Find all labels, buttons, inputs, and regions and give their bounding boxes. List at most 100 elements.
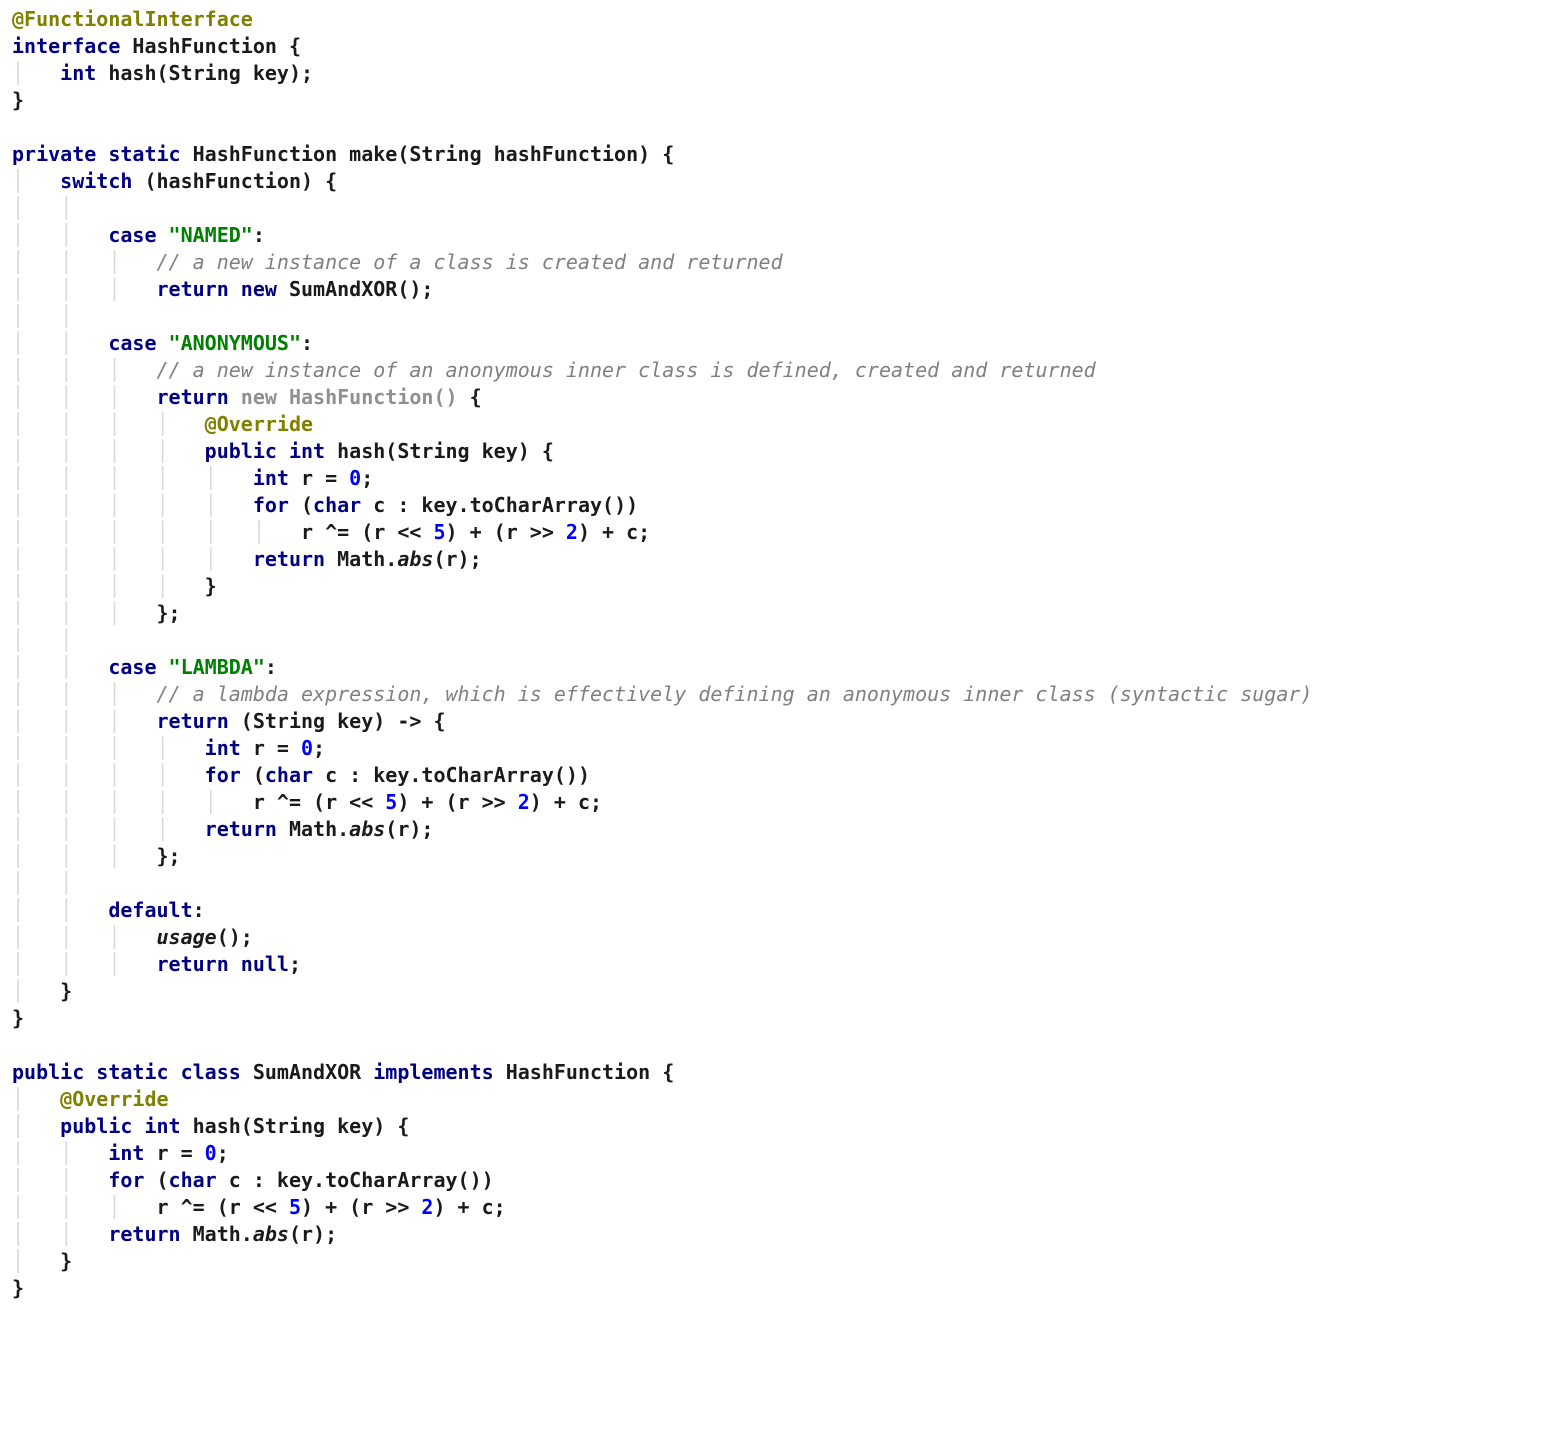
indent-guide: │ │ │ │ │ [12,547,253,571]
keyword: case [108,331,168,355]
indent-guide: │ │ │ [12,385,157,409]
indent-guide: │ │ │ │ │ [12,466,253,490]
code-text: ( [144,1168,168,1192]
code-text: } [205,574,217,598]
indent-guide: │ │ [12,871,108,895]
code-text: } [60,979,72,1003]
indent-guide: │ │ │ │ [12,439,205,463]
string-literal: "NAMED" [169,223,253,247]
code-text: ) + (r >> [397,790,517,814]
code-text: r = [241,736,301,760]
keyword: int [60,61,96,85]
keyword: return null [157,952,289,976]
code-text: Math. [181,1222,253,1246]
italic-method: usage [157,925,217,949]
keyword: return new [157,277,277,301]
code-line: │ } [12,1249,72,1273]
code-text: c : key.toCharArray()) [313,763,590,787]
indent-guide: │ │ │ [12,682,157,706]
code-text: ( [289,493,313,517]
code-editor[interactable]: @FunctionalInterface interface HashFunct… [0,0,1548,1308]
code-line: @FunctionalInterface [12,7,253,31]
code-text: hash(String key); [96,61,313,85]
dimmed-text: new HashFunction() [241,385,458,409]
code-line: │ │ │ │ int r = 0; [12,736,325,760]
code-line: │ │ │ │ │ for (char c : key.toCharArray(… [12,493,638,517]
keyword: interface [12,34,120,58]
code-line: │ │ │ │ @Override [12,412,313,436]
keyword: int [108,1141,144,1165]
indent-guide: │ │ [12,1168,108,1192]
keyword: char [313,493,361,517]
code-text: { [458,385,482,409]
indent-guide: │ │ [12,331,108,355]
code-text: hash(String key) { [325,439,554,463]
indent-guide: │ │ │ [12,709,157,733]
keyword: return [108,1222,180,1246]
code-text: }; [157,601,181,625]
indent-guide: │ │ │ │ [12,763,205,787]
keyword: return [205,817,277,841]
indent-guide: │ [12,979,60,1003]
number-literal: 0 [205,1141,217,1165]
code-line: │ │ [12,628,108,652]
code-text: hash(String key) { [181,1114,410,1138]
code-line: │ │ [12,871,108,895]
code-text: Math. [277,817,349,841]
indent-guide: │ │ [12,223,108,247]
code-text: (hashFunction) { [132,169,337,193]
indent-guide: │ │ [12,1141,108,1165]
code-text: ) + c; [578,520,650,544]
indent-guide: │ │ │ │ │ │ [12,520,301,544]
code-line: } [12,88,24,112]
annotation: @Override [205,412,313,436]
code-text: SumAndXOR(); [277,277,434,301]
code-line: │ switch (hashFunction) { [12,169,337,193]
code-line: │ │ │ │ return Math.abs(r); [12,817,433,841]
code-text: : [253,223,265,247]
keyword: for [205,763,241,787]
keyword: return [157,385,241,409]
code-text: (r); [433,547,481,571]
italic-method: abs [397,547,433,571]
indent-guide: │ │ [12,655,108,679]
code-line: │ │ default: [12,898,205,922]
code-line: │ │ │ │ public int hash(String key) { [12,439,554,463]
indent-guide: │ [12,1249,60,1273]
indent-guide: │ │ │ │ │ [12,493,253,517]
code-text: HashFunction { [494,1060,675,1084]
code-text: } [12,88,24,112]
code-text: : [265,655,277,679]
code-text: (); [217,925,253,949]
code-line: │ │ return Math.abs(r); [12,1222,337,1246]
code-line: │ @Override [12,1087,169,1111]
keyword: public int [60,1114,180,1138]
keyword: return [157,709,229,733]
code-line: │ │ │ │ │ │ r ^= (r << 5) + (r >> 2) + c… [12,520,650,544]
code-text: : [301,331,313,355]
code-line: │ │ │ // a new instance of a class is cr… [12,250,783,274]
code-text: } [12,1006,24,1030]
code-text: r ^= (r << [157,1195,289,1219]
code-text: (r); [289,1222,337,1246]
indent-guide: │ │ │ │ [12,736,205,760]
code-text: HashFunction { [120,34,301,58]
code-line: │ │ │ │ for (char c : key.toCharArray()) [12,763,590,787]
keyword: for [108,1168,144,1192]
italic-method: abs [349,817,385,841]
code-line: │ │ │ // a new instance of an anonymous … [12,358,1096,382]
code-text: Math. [325,547,397,571]
code-text: } [60,1249,72,1273]
indent-guide: │ │ │ [12,250,157,274]
code-text: (String key) -> { [229,709,446,733]
keyword: return [253,547,325,571]
code-text: }; [157,844,181,868]
code-text: (r); [385,817,433,841]
code-line: │ │ [12,304,108,328]
indent-guide: │ │ │ [12,925,157,949]
indent-guide: │ [12,61,60,85]
indent-guide: │ │ │ [12,601,157,625]
number-literal: 5 [433,520,445,544]
keyword: implements [373,1060,493,1084]
code-text: ; [289,952,301,976]
